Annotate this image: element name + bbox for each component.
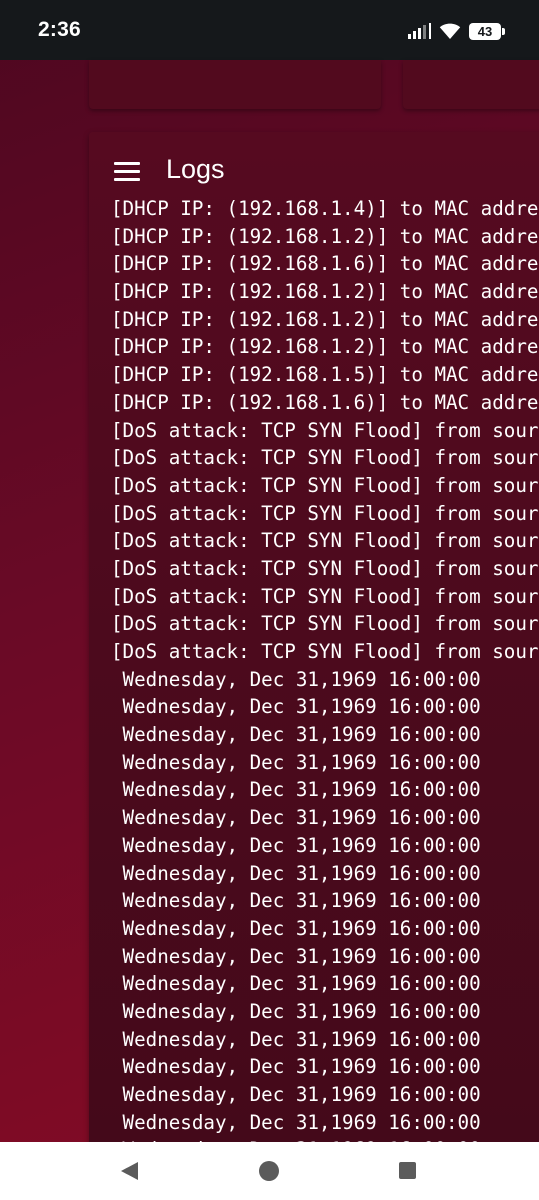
log-line: Wednesday, Dec 31,1969 16:00:00 — [111, 1027, 481, 1051]
log-line: [DHCP IP: (192.168.1.6)] to MAC addre — [111, 252, 539, 276]
log-line: [DHCP IP: (192.168.1.2)] to MAC addre — [111, 224, 539, 248]
top-card-right — [403, 60, 539, 109]
menu-icon[interactable] — [114, 162, 140, 182]
log-line: Wednesday, Dec 31,1969 16:00:00 — [111, 806, 481, 830]
log-line: [DHCP IP: (192.168.1.2)] to MAC addre — [111, 280, 539, 304]
logs-panel: Logs [DHCP IP: (192.168.1.4)] to MAC add… — [89, 132, 539, 1152]
log-line: Wednesday, Dec 31,1969 16:00:00 — [111, 695, 481, 719]
log-line: [DoS attack: TCP SYN Flood] from sour — [111, 556, 539, 580]
log-line: Wednesday, Dec 31,1969 16:00:00 — [111, 861, 481, 885]
log-line: Wednesday, Dec 31,1969 16:00:00 — [111, 833, 481, 857]
log-line: Wednesday, Dec 31,1969 16:00:00 — [111, 1110, 481, 1134]
log-line: Wednesday, Dec 31,1969 16:00:00 — [111, 1083, 481, 1106]
battery-icon: 43 — [469, 22, 505, 40]
back-icon[interactable] — [121, 1162, 138, 1180]
log-line: [DoS attack: TCP SYN Flood] from sour — [111, 446, 539, 470]
recents-icon[interactable] — [399, 1162, 416, 1179]
status-time: 2:36 — [38, 18, 81, 41]
log-line: Wednesday, Dec 31,1969 16:00:00 — [111, 999, 481, 1023]
logs-title: Logs — [166, 154, 225, 184]
logs-header: Logs — [89, 132, 539, 204]
log-line: [DoS attack: TCP SYN Flood] from sour — [111, 473, 539, 497]
status-icons: 43 — [408, 20, 505, 42]
top-card-left — [89, 60, 381, 109]
wifi-icon — [439, 23, 461, 39]
log-line: [DoS attack: TCP SYN Flood] from sour — [111, 584, 539, 608]
signal-icon — [408, 23, 431, 39]
log-line: [DoS attack: TCP SYN Flood] from sour — [111, 640, 539, 663]
log-line: Wednesday, Dec 31,1969 16:00:00 — [111, 723, 481, 747]
log-line: Wednesday, Dec 31,1969 16:00:00 — [111, 778, 481, 802]
log-list: [DHCP IP: (192.168.1.4)] to MAC addre [DH… — [111, 196, 538, 1142]
log-line: Wednesday, Dec 31,1969 16:00:00 — [111, 972, 481, 996]
log-line: Wednesday, Dec 31,1969 16:00:00 — [111, 667, 481, 691]
log-line: Wednesday, Dec 31,1969 16:00:00 — [111, 944, 481, 968]
log-line: Wednesday, Dec 31,1969 16:00:00 — [111, 750, 481, 774]
navigation-bar — [0, 1142, 539, 1200]
log-line: [DoS attack: TCP SYN Flood] from sour — [111, 529, 539, 553]
log-line: [DHCP IP: (192.168.1.4)] to MAC addre — [111, 197, 539, 220]
log-line: [DHCP IP: (192.168.1.6)] to MAC addre — [111, 390, 539, 414]
log-line: Wednesday, Dec 31,1969 16:00:00 — [111, 1055, 481, 1079]
log-scroll-area[interactable]: [DHCP IP: (192.168.1.4)] to MAC addre [DH… — [89, 196, 539, 1142]
log-line: [DHCP IP: (192.168.1.5)] to MAC addre — [111, 363, 539, 387]
log-line: [DoS attack: TCP SYN Flood] from sour — [111, 501, 539, 525]
status-bar: 2:36 43 — [0, 0, 539, 60]
log-line: Wednesday, Dec 31,1969 16:00:00 — [111, 889, 481, 913]
log-line: [DoS attack: TCP SYN Flood] from sour — [111, 612, 539, 636]
log-line: [DHCP IP: (192.168.1.2)] to MAC addre — [111, 307, 539, 331]
home-icon[interactable] — [259, 1161, 279, 1181]
log-line: [DoS attack: TCP SYN Flood] from sour — [111, 418, 539, 442]
log-line: Wednesday, Dec 31,1969 16:00:00 — [111, 916, 481, 940]
log-line: [DHCP IP: (192.168.1.2)] to MAC addre — [111, 335, 539, 359]
